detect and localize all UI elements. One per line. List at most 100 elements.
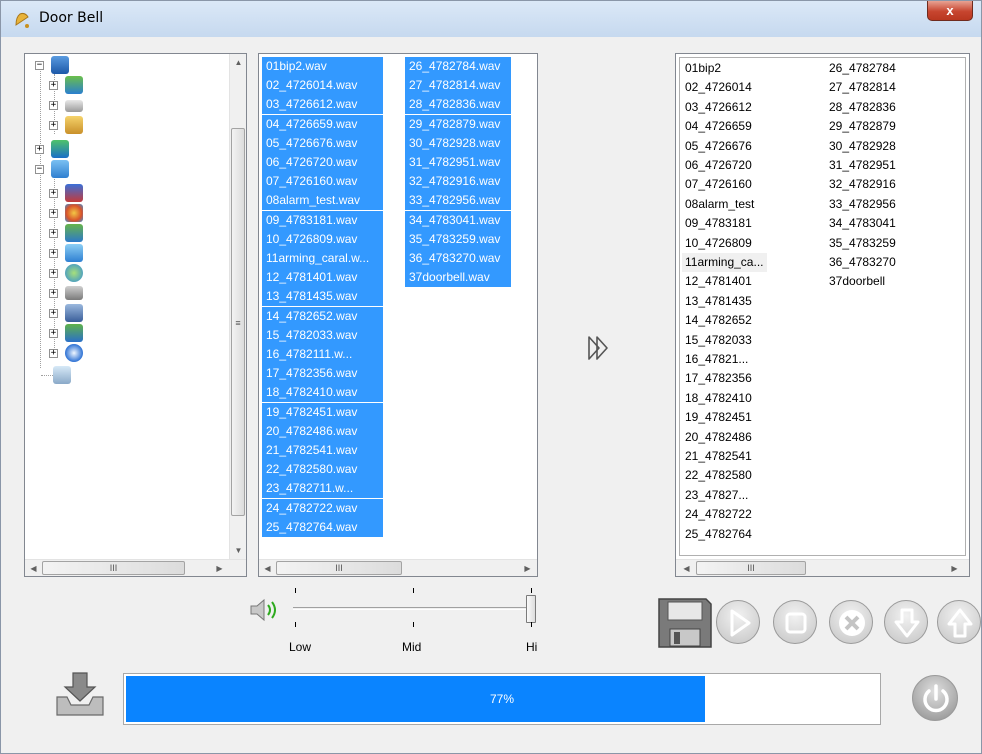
playlist-item[interactable]: 07_4726160	[682, 175, 755, 194]
scroll-right-button[interactable]: ▶	[519, 560, 536, 577]
file-item[interactable]: 31_4782951.wav	[405, 153, 511, 172]
scroll-left-button[interactable]: ◀	[678, 560, 695, 577]
wave-file-list[interactable]: 01bip2.wav 02_4726014.wav 03_4726612.wav 04…	[258, 53, 538, 577]
expand-toggle[interactable]: +	[49, 249, 58, 258]
playlist-item[interactable]: 34_4783041	[826, 214, 899, 233]
file-item[interactable]: 27_4782814.wav	[405, 76, 511, 96]
playlist-item[interactable]: 26_4782784	[826, 59, 899, 78]
expand-toggle[interactable]: +	[49, 229, 58, 238]
file-item[interactable]: 33_4782956.wav	[405, 191, 511, 211]
file-item[interactable]: 24_4782722.wav	[262, 498, 383, 518]
expand-toggle[interactable]: +	[49, 269, 58, 278]
file-item[interactable]: 05_4726676.wav	[262, 133, 383, 153]
file-item[interactable]: 07_4726160.wav	[262, 172, 383, 192]
expand-toggle[interactable]: +	[49, 329, 58, 338]
file-item[interactable]: 37doorbell.wav	[405, 268, 511, 288]
playlist-item[interactable]: 31_4782951	[826, 156, 899, 175]
file-item[interactable]: 30_4782928.wav	[405, 133, 511, 153]
file-item[interactable]: 23_4782711.w...	[262, 479, 383, 499]
vertical-scrollbar[interactable]: ▲ ≡ ▼	[229, 54, 246, 559]
playlist-item[interactable]: 33_4782956	[826, 195, 899, 214]
playlist-item[interactable]: 35_4783259	[826, 234, 899, 253]
playlist-item[interactable]: 17_4782356	[682, 369, 755, 388]
scroll-up-button[interactable]: ▲	[230, 54, 247, 71]
close-button[interactable]: x	[927, 1, 973, 21]
scroll-right-button[interactable]: ▶	[946, 560, 963, 577]
playlist-item[interactable]: 18_4782410	[682, 389, 755, 408]
playlist-item[interactable]: 14_4782652	[682, 311, 755, 330]
scroll-thumb[interactable]: III	[696, 561, 806, 575]
save-button[interactable]	[656, 596, 714, 650]
collapse-toggle[interactable]: −	[35, 165, 44, 174]
playlist-item[interactable]: 02_4726014	[682, 78, 755, 97]
file-item[interactable]: 26_4782784.wav	[405, 57, 511, 76]
file-item[interactable]: 06_4726720.wav	[262, 153, 383, 172]
playlist-item[interactable]: 05_4726676	[682, 137, 755, 156]
download-icon[interactable]	[53, 671, 107, 719]
scroll-thumb[interactable]: ≡	[231, 128, 245, 516]
file-item[interactable]: 28_4782836.wav	[405, 95, 511, 115]
volume-slider-track[interactable]	[293, 607, 531, 610]
playlist-item[interactable]: 23_47827...	[682, 486, 751, 505]
file-item[interactable]: 20_4782486.wav	[262, 421, 383, 441]
move-up-button[interactable]	[937, 600, 981, 644]
file-item[interactable]: 19_4782451.wav	[262, 402, 383, 422]
playlist-item[interactable]: 21_4782541	[682, 447, 755, 466]
playlist-item[interactable]: 16_47821...	[682, 350, 751, 369]
playlist-item[interactable]: 12_4781401	[682, 272, 755, 291]
scroll-right-button[interactable]: ▶	[211, 560, 228, 577]
power-button[interactable]	[912, 675, 958, 721]
file-item[interactable]: 18_4782410.wav	[262, 383, 383, 403]
scroll-down-button[interactable]: ▼	[230, 542, 247, 559]
file-item[interactable]: 13_4781435.wav	[262, 287, 383, 307]
playlist-item[interactable]: 09_4783181	[682, 214, 755, 233]
expand-toggle[interactable]: +	[49, 289, 58, 298]
expand-toggle[interactable]: +	[49, 81, 58, 90]
playlist-item[interactable]: 29_4782879	[826, 117, 899, 136]
scroll-left-button[interactable]: ◀	[25, 560, 42, 577]
playlist-item[interactable]: 36_4783270	[826, 253, 899, 272]
playlist-item[interactable]: 08alarm_test	[682, 195, 757, 214]
file-item[interactable]: 04_4726659.wav	[262, 114, 383, 134]
playlist-item[interactable]: 19_4782451	[682, 408, 755, 427]
playlist-item[interactable]: 04_4726659	[682, 117, 755, 136]
playlist-item[interactable]: 06_4726720	[682, 156, 755, 175]
collapse-toggle[interactable]: −	[35, 61, 44, 70]
horizontal-scrollbar[interactable]: ◀ III ▶	[259, 559, 537, 576]
playlist-item[interactable]: 37doorbell	[826, 272, 888, 291]
horizontal-scrollbar[interactable]: ◀ III ▶	[25, 559, 246, 576]
file-item[interactable]: 03_4726612.wav	[262, 95, 383, 115]
folder-tree-panel[interactable]: − + + + + − + + + + + + + + + ▲ ≡ ▼ ◀ II…	[24, 53, 247, 577]
playlist-item[interactable]: 22_4782580	[682, 466, 755, 485]
playlist-item[interactable]: 30_4782928	[826, 137, 899, 156]
file-item[interactable]: 12_4781401.wav	[262, 268, 383, 288]
delete-button[interactable]	[829, 600, 873, 644]
playlist-item[interactable]: 28_4782836	[826, 98, 899, 117]
file-item[interactable]: 09_4783181.wav	[262, 210, 383, 230]
playlist-item[interactable]: 03_4726612	[682, 98, 755, 117]
playlist-item[interactable]: 24_4782722	[682, 505, 755, 524]
expand-toggle[interactable]: +	[49, 189, 58, 198]
file-item[interactable]: 10_4726809.wav	[262, 229, 383, 249]
file-item[interactable]: 25_4782764.wav	[262, 517, 383, 537]
playlist-item[interactable]: 15_4782033	[682, 331, 755, 350]
file-item[interactable]: 21_4782541.wav	[262, 441, 383, 460]
file-item[interactable]: 32_4782916.wav	[405, 172, 511, 192]
expand-toggle[interactable]: +	[35, 145, 44, 154]
file-item[interactable]: 08alarm_test.wav	[262, 191, 383, 211]
file-item[interactable]: 17_4782356.wav	[262, 364, 383, 384]
file-item[interactable]: 29_4782879.wav	[405, 114, 511, 134]
playlist-panel[interactable]: 01bip2 02_4726014 03_4726612 04_4726659 05_4…	[675, 53, 970, 577]
playlist-item[interactable]: 20_4782486	[682, 428, 755, 447]
speaker-icon[interactable]	[247, 596, 287, 624]
file-item[interactable]: 14_4782652.wav	[262, 306, 383, 326]
file-item[interactable]: 36_4783270.wav	[405, 249, 511, 268]
add-to-playlist-arrow-icon[interactable]	[584, 333, 618, 363]
file-item[interactable]: 11arming_caral.w...	[262, 249, 383, 268]
scroll-left-button[interactable]: ◀	[259, 560, 276, 577]
file-item[interactable]: 16_4782111.w...	[262, 345, 383, 364]
expand-toggle[interactable]: +	[49, 121, 58, 130]
move-down-button[interactable]	[884, 600, 928, 644]
file-item[interactable]: 35_4783259.wav	[405, 229, 511, 249]
expand-toggle[interactable]: +	[49, 101, 58, 110]
